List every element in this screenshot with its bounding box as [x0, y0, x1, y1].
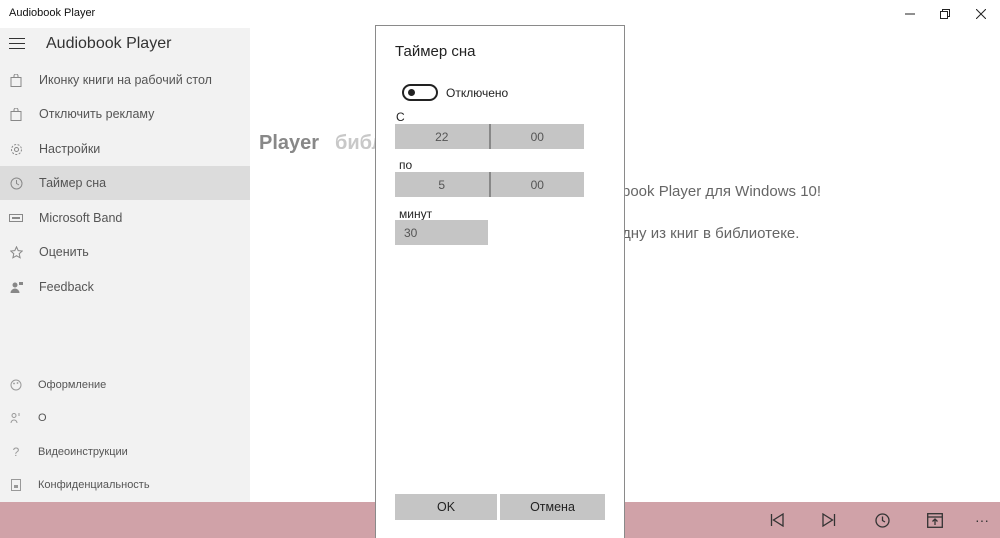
to-label: по [399, 158, 413, 172]
sidebar-item-sleep-timer[interactable]: Таймер сна [0, 166, 250, 200]
from-time-picker[interactable]: 22 00 [395, 124, 584, 149]
bookmark-icon [927, 512, 943, 528]
title-bar: Audiobook Player [0, 0, 1000, 28]
sidebar-item-label: Видеоинструкции [38, 446, 128, 458]
gear-icon [9, 142, 23, 156]
sidebar-item-label: Feedback [39, 280, 94, 294]
window-title: Audiobook Player [9, 7, 96, 19]
dialog-title: Таймер сна [395, 43, 476, 60]
hamburger-menu-icon[interactable] [9, 38, 25, 50]
star-icon [9, 245, 23, 259]
sidebar-item-about[interactable]: О [0, 401, 250, 435]
privacy-icon [9, 478, 23, 492]
close-icon [976, 9, 986, 19]
timer-icon [874, 512, 890, 528]
sidebar-item-label: Microsoft Band [39, 211, 123, 225]
shopping-bag-icon [9, 73, 23, 87]
restore-button[interactable] [927, 0, 963, 28]
sidebar-item-label: Настройки [39, 142, 101, 156]
to-hour[interactable]: 5 [395, 172, 489, 197]
band-icon [9, 211, 23, 225]
next-icon [822, 513, 836, 527]
more-button[interactable]: ··· [971, 510, 993, 530]
to-minute[interactable]: 00 [491, 172, 585, 197]
minutes-input[interactable]: 30 [395, 220, 488, 245]
sidebar-item-label: Оценить [39, 245, 89, 259]
help-icon: ? [12, 445, 20, 459]
next-button[interactable] [819, 510, 839, 530]
sidebar-item-label: Оформление [38, 379, 107, 391]
close-button[interactable] [963, 0, 999, 28]
sidebar-header: Audiobook Player [0, 28, 250, 62]
sidebar-item-feedback[interactable]: Feedback [0, 270, 250, 304]
sidebar-item-appearance[interactable]: Оформление [0, 368, 250, 402]
welcome-text: book Player для Windows 10! [622, 183, 822, 200]
from-label: С [396, 110, 405, 124]
to-time-picker[interactable]: 5 00 [395, 172, 584, 197]
clock-icon [9, 176, 23, 190]
main-content: Player библ book Player для Windows 10! … [250, 28, 1000, 502]
toggle-knob [408, 89, 415, 96]
palette-icon [9, 378, 23, 392]
feedback-icon [9, 280, 23, 294]
instruction-text: дну из книг в библиотеке. [622, 225, 800, 242]
minimize-icon [905, 13, 915, 15]
toggle-label: Отключено [446, 86, 509, 100]
sidebar-item-settings[interactable]: Настройки [0, 132, 250, 166]
from-minute[interactable]: 00 [491, 124, 585, 149]
from-hour[interactable]: 22 [395, 124, 489, 149]
sidebar-item-label: Отключить рекламу [39, 107, 155, 121]
sidebar-item-label: О [38, 412, 47, 424]
sidebar-item-rate[interactable]: Оценить [0, 235, 250, 269]
sleep-timer-dialog: Таймер сна Отключено С 22 00 по 5 00 мин… [375, 25, 625, 538]
sidebar-item-label: Иконку книги на рабочий стол [39, 73, 212, 87]
sidebar: Audiobook Player Иконку книги на рабочий… [0, 28, 250, 502]
restore-icon [940, 9, 950, 19]
shopping-bag-icon [9, 107, 23, 121]
bookmark-button[interactable] [925, 510, 945, 530]
sleep-timer-button[interactable] [872, 510, 892, 530]
about-icon [9, 411, 23, 425]
sidebar-item-privacy[interactable]: Конфиденциальность [0, 468, 250, 502]
sidebar-item-label: Конфиденциальность [38, 479, 150, 491]
ok-button[interactable]: OK [395, 494, 497, 520]
minimize-button[interactable] [892, 0, 928, 28]
tab-player[interactable]: Player [259, 132, 319, 155]
more-icon: ··· [975, 512, 989, 528]
sidebar-item-desktop-icon[interactable]: Иконку книги на рабочий стол [0, 63, 250, 97]
timer-toggle[interactable] [402, 84, 438, 101]
previous-icon [770, 513, 784, 527]
previous-button[interactable] [767, 510, 787, 530]
sidebar-title: Audiobook Player [46, 35, 172, 52]
sidebar-item-video-tutorials[interactable]: ? Видеоинструкции [0, 435, 250, 469]
cancel-button[interactable]: Отмена [500, 494, 605, 520]
minutes-label: минут [399, 207, 433, 221]
sidebar-item-microsoft-band[interactable]: Microsoft Band [0, 201, 250, 235]
sidebar-item-label: Таймер сна [39, 176, 107, 190]
sidebar-item-disable-ads[interactable]: Отключить рекламу [0, 97, 250, 131]
